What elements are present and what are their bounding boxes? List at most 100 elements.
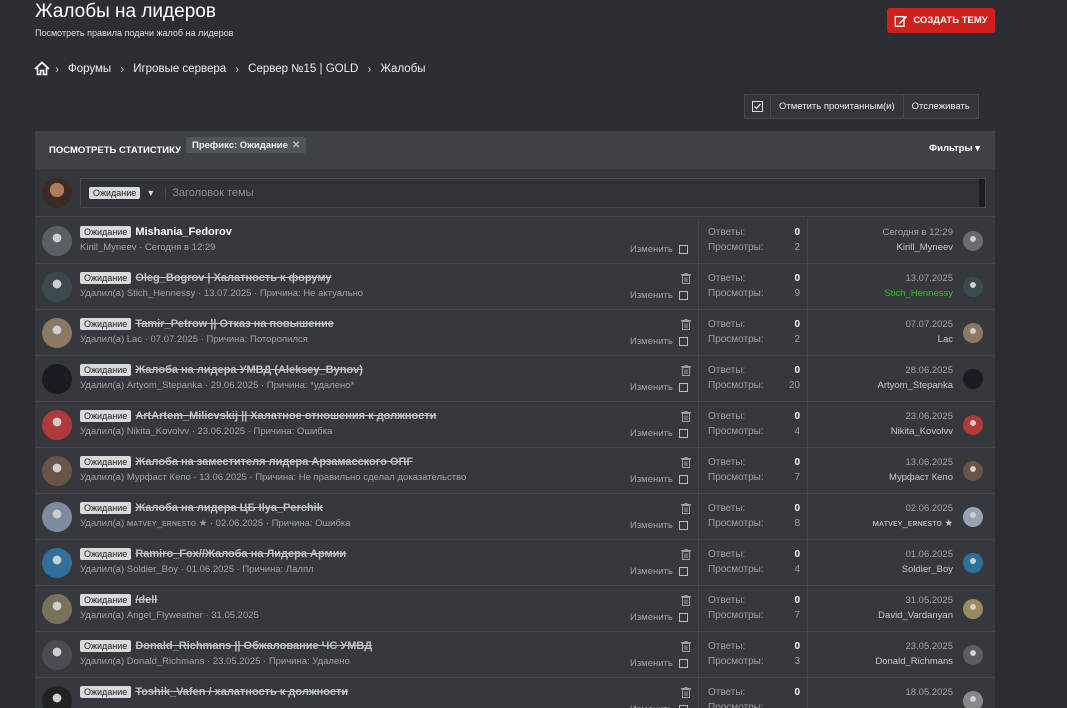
caret-down-icon[interactable]: ▼ [146, 188, 155, 198]
table-row[interactable]: Ожидание Mishania_Fedorov Kirill_Myneev … [35, 218, 995, 264]
avatar[interactable] [42, 640, 72, 670]
table-row[interactable]: Ожидание Жалоба на заместителя лидера Ар… [35, 448, 995, 494]
prefix-select[interactable]: Ожидание [89, 187, 141, 199]
select-checkbox[interactable] [678, 291, 688, 300]
select-checkbox[interactable] [678, 659, 688, 668]
thread-prefix-badge[interactable]: Ожидание [80, 226, 132, 238]
create-thread-button[interactable]: СОЗДАТЬ ТЕМУ [887, 8, 995, 33]
select-checkbox[interactable] [678, 429, 688, 438]
scrollbar[interactable] [979, 179, 985, 207]
thread-title-link[interactable]: Tamir_Petrow || Отказ на повышение [135, 318, 334, 330]
last-post-user[interactable]: Lac [905, 334, 953, 345]
last-post-date[interactable]: 01.06.2025 [902, 549, 953, 560]
home-icon[interactable] [34, 61, 50, 76]
filters-dropdown[interactable]: Фильтры ▾ [929, 143, 980, 154]
page-description-link[interactable]: Посмотреть правила подачи жалоб на лидер… [35, 28, 233, 38]
breadcrumb-forums[interactable]: Форумы [68, 63, 111, 75]
last-post-date[interactable]: 28.06.2025 [877, 365, 953, 376]
thread-prefix-badge[interactable]: Ожидание [80, 548, 132, 560]
edit-toggle[interactable]: Изменить [630, 382, 688, 393]
avatar[interactable] [963, 691, 983, 708]
table-row[interactable]: Ожидание Ramiro_Fox//Жалоба на Лидера Ар… [35, 540, 995, 586]
avatar[interactable] [42, 226, 72, 256]
edit-toggle[interactable]: Изменить [630, 428, 688, 439]
edit-toggle[interactable]: Изменить [630, 612, 688, 623]
edit-toggle[interactable]: Изменить [630, 474, 688, 485]
mark-read-button[interactable]: Отметить прочитанным(и) [771, 95, 904, 118]
thread-title-link[interactable]: Donald_Richmans || Обжалование ЧС УМВД [135, 640, 372, 652]
mark-read-checkbox[interactable] [745, 95, 771, 118]
table-row[interactable]: Ожидание Toshik_Vafen / халатность к дол… [35, 678, 995, 708]
last-post-date[interactable]: 13.06.2025 [889, 457, 953, 468]
avatar[interactable] [963, 415, 983, 435]
last-post-date[interactable]: 07.07.2025 [905, 319, 953, 330]
thread-prefix-badge[interactable]: Ожидание [80, 272, 132, 284]
edit-toggle[interactable]: Изменить [630, 566, 688, 577]
last-post-user[interactable]: Artyom_Stepanka [877, 380, 953, 391]
select-checkbox[interactable] [678, 567, 688, 576]
avatar[interactable] [963, 369, 983, 389]
avatar[interactable] [963, 231, 983, 251]
edit-toggle[interactable]: Изменить [630, 704, 688, 708]
table-row[interactable]: Ожидание ArtArtem_Milicvskij || Халатное… [35, 402, 995, 448]
edit-toggle[interactable]: Изменить [630, 520, 688, 531]
select-checkbox[interactable] [678, 245, 688, 254]
table-row[interactable]: Ожидание Oleg_Bogrov | Халатность к фору… [35, 264, 995, 310]
thread-title-link[interactable]: /dell [135, 594, 157, 606]
last-post-user[interactable]: Soldier_Boy [902, 564, 953, 575]
last-post-date[interactable]: 18.05.2025 [905, 687, 953, 698]
last-post-date[interactable]: 31.05.2025 [878, 595, 953, 606]
thread-title-link[interactable]: ArtArtem_Milicvskij || Халатное отношени… [135, 410, 436, 422]
last-post-user[interactable]: Donald_Richmans [875, 656, 953, 667]
last-post-date[interactable]: 13.07.2025 [884, 273, 953, 284]
thread-title-link[interactable]: Toshik_Vafen / халатность к должности [135, 686, 348, 698]
table-row[interactable]: Ожидание Donald_Richmans || Обжалование … [35, 632, 995, 678]
thread-prefix-badge[interactable]: Ожидание [80, 686, 132, 698]
thread-title-input[interactable]: Ожидание ▼ Заголовок темы [80, 178, 986, 208]
thread-title-link[interactable]: Жалоба на лидера УМВД (Aleksey_Bynov) [135, 364, 363, 376]
avatar[interactable] [963, 507, 983, 527]
last-post-date[interactable]: Сегодня в 12:29 [882, 227, 953, 238]
close-icon[interactable]: ✕ [292, 140, 300, 151]
table-row[interactable]: Ожидание Tamir_Petrow || Отказ на повыше… [35, 310, 995, 356]
thread-prefix-badge[interactable]: Ожидание [80, 502, 132, 514]
thread-title-link[interactable]: Жалоба на заместителя лидера Арзамасског… [135, 456, 412, 468]
breadcrumb-server[interactable]: Сервер №15 | GOLD [248, 63, 358, 75]
last-post-user[interactable]: Stich_Hennessy [884, 288, 953, 299]
prefix-filter-tag[interactable]: Префикс: Ожидание ✕ [186, 137, 307, 153]
select-checkbox[interactable] [678, 383, 688, 392]
avatar[interactable] [42, 502, 72, 532]
select-checkbox[interactable] [678, 521, 688, 530]
avatar[interactable] [42, 318, 72, 348]
thread-prefix-badge[interactable]: Ожидание [80, 640, 132, 652]
avatar[interactable] [42, 410, 72, 440]
avatar[interactable] [42, 272, 72, 302]
edit-toggle[interactable]: Изменить [630, 336, 688, 347]
select-checkbox[interactable] [678, 475, 688, 484]
select-checkbox[interactable] [678, 613, 688, 622]
last-post-user[interactable]: David_Vardanyan [878, 610, 953, 621]
thread-prefix-badge[interactable]: Ожидание [80, 456, 132, 468]
last-post-date[interactable]: 23.06.2025 [891, 411, 953, 422]
thread-prefix-badge[interactable]: Ожидание [80, 364, 132, 376]
avatar[interactable] [42, 548, 72, 578]
avatar[interactable] [42, 364, 72, 394]
edit-toggle[interactable]: Изменить [630, 244, 688, 255]
edit-toggle[interactable]: Изменить [630, 290, 688, 301]
breadcrumb-complaints[interactable]: Жалобы [380, 63, 425, 75]
table-row[interactable]: Ожидание /dell Удалил(а) Angel_Flyweathe… [35, 586, 995, 632]
thread-title-link[interactable]: Ramiro_Fox//Жалоба на Лидера Армии [135, 548, 346, 560]
breadcrumb-game-servers[interactable]: Игровые сервера [133, 63, 226, 75]
last-post-date[interactable]: 02.06.2025 [873, 503, 953, 514]
last-post-date[interactable]: 23.05.2025 [875, 641, 953, 652]
avatar[interactable] [963, 599, 983, 619]
avatar[interactable] [963, 461, 983, 481]
last-post-user[interactable]: ᴍᴀᴛᴠᴇʏ_ᴇʀɴᴇsᴛᴏ ★ [873, 518, 953, 529]
avatar[interactable] [42, 686, 72, 708]
view-statistics-link[interactable]: ПОСМОТРЕТЬ СТАТИСТИКУ [49, 145, 181, 156]
thread-title-link[interactable]: Oleg_Bogrov | Халатность к форуму [135, 272, 331, 284]
edit-toggle[interactable]: Изменить [630, 658, 688, 669]
last-post-user[interactable]: Kirill_Myneev [882, 242, 954, 253]
avatar[interactable] [963, 277, 983, 297]
thread-prefix-badge[interactable]: Ожидание [80, 318, 132, 330]
